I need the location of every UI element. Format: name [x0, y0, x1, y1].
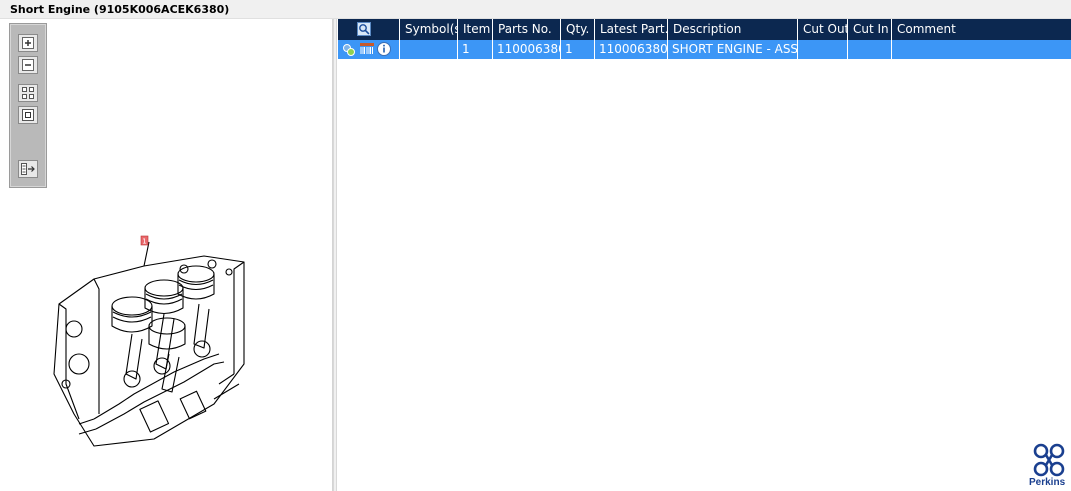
- illustration-pane[interactable]: 1: [4, 19, 333, 491]
- column-header-cut-in[interactable]: Cut In: [848, 19, 892, 40]
- export-list-button[interactable]: [18, 160, 38, 178]
- barcode-icon[interactable]: [360, 43, 374, 55]
- column-header-symbols[interactable]: Symbol(s): [400, 19, 458, 40]
- zoom-in-button[interactable]: [18, 34, 38, 52]
- pane-splitter[interactable]: [333, 19, 337, 491]
- search-parts-icon: [357, 22, 371, 36]
- zoom-out-icon: [22, 59, 34, 71]
- column-header-parts-no[interactable]: Parts No.: [493, 19, 561, 40]
- column-header-description[interactable]: Description: [668, 19, 798, 40]
- parts-search-icon[interactable]: [342, 43, 357, 57]
- row-qty-cell: 1: [561, 40, 595, 59]
- perkins-logo: Perkins: [1029, 443, 1069, 489]
- actual-size-icon: [22, 109, 34, 121]
- title-bar: Short Engine (9105K006ACEK6380): [0, 0, 1071, 19]
- zoom-in-icon: [22, 37, 34, 49]
- row-item-cell: 1: [458, 40, 493, 59]
- column-header-comment[interactable]: Comment: [892, 19, 1071, 40]
- column-header-icons[interactable]: [338, 19, 400, 40]
- fit-view-icon: [22, 87, 34, 99]
- engine-illustration: 1: [53, 235, 245, 447]
- column-header-cut-out[interactable]: Cut Out: [798, 19, 848, 40]
- row-icons-cell: [338, 40, 400, 59]
- row-latest-part-cell[interactable]: 110006380: [595, 40, 668, 59]
- parts-grid: Symbol(s) Item Parts No. Qty. Latest Par…: [338, 19, 1071, 491]
- grid-header: Symbol(s) Item Parts No. Qty. Latest Par…: [338, 19, 1071, 40]
- export-list-icon: [21, 163, 35, 175]
- row-description-cell: SHORT ENGINE - ASSEMBLY: [668, 40, 798, 59]
- info-icon[interactable]: [377, 42, 391, 56]
- column-header-qty[interactable]: Qty.: [561, 19, 595, 40]
- brand-name: Perkins: [1029, 477, 1066, 488]
- table-row[interactable]: 1 110006380 1 110006380 SHORT ENGINE - A…: [338, 40, 1071, 59]
- column-header-item[interactable]: Item: [458, 19, 493, 40]
- window-title: Short Engine (9105K006ACEK6380): [10, 3, 230, 16]
- row-cut-in-cell: [848, 40, 892, 59]
- callout-label[interactable]: 1: [142, 238, 146, 246]
- row-cut-out-cell: [798, 40, 848, 59]
- row-parts-no-cell[interactable]: 110006380: [493, 40, 561, 59]
- column-header-latest-part[interactable]: Latest Part...: [595, 19, 668, 40]
- row-comment-cell: [892, 40, 1071, 59]
- row-symbols-cell: [400, 40, 458, 59]
- perkins-logo-icon: [1033, 443, 1065, 477]
- fit-view-button[interactable]: [18, 84, 38, 102]
- zoom-out-button[interactable]: [18, 56, 38, 74]
- view-toolbar: [9, 23, 47, 188]
- actual-size-button[interactable]: [18, 106, 38, 124]
